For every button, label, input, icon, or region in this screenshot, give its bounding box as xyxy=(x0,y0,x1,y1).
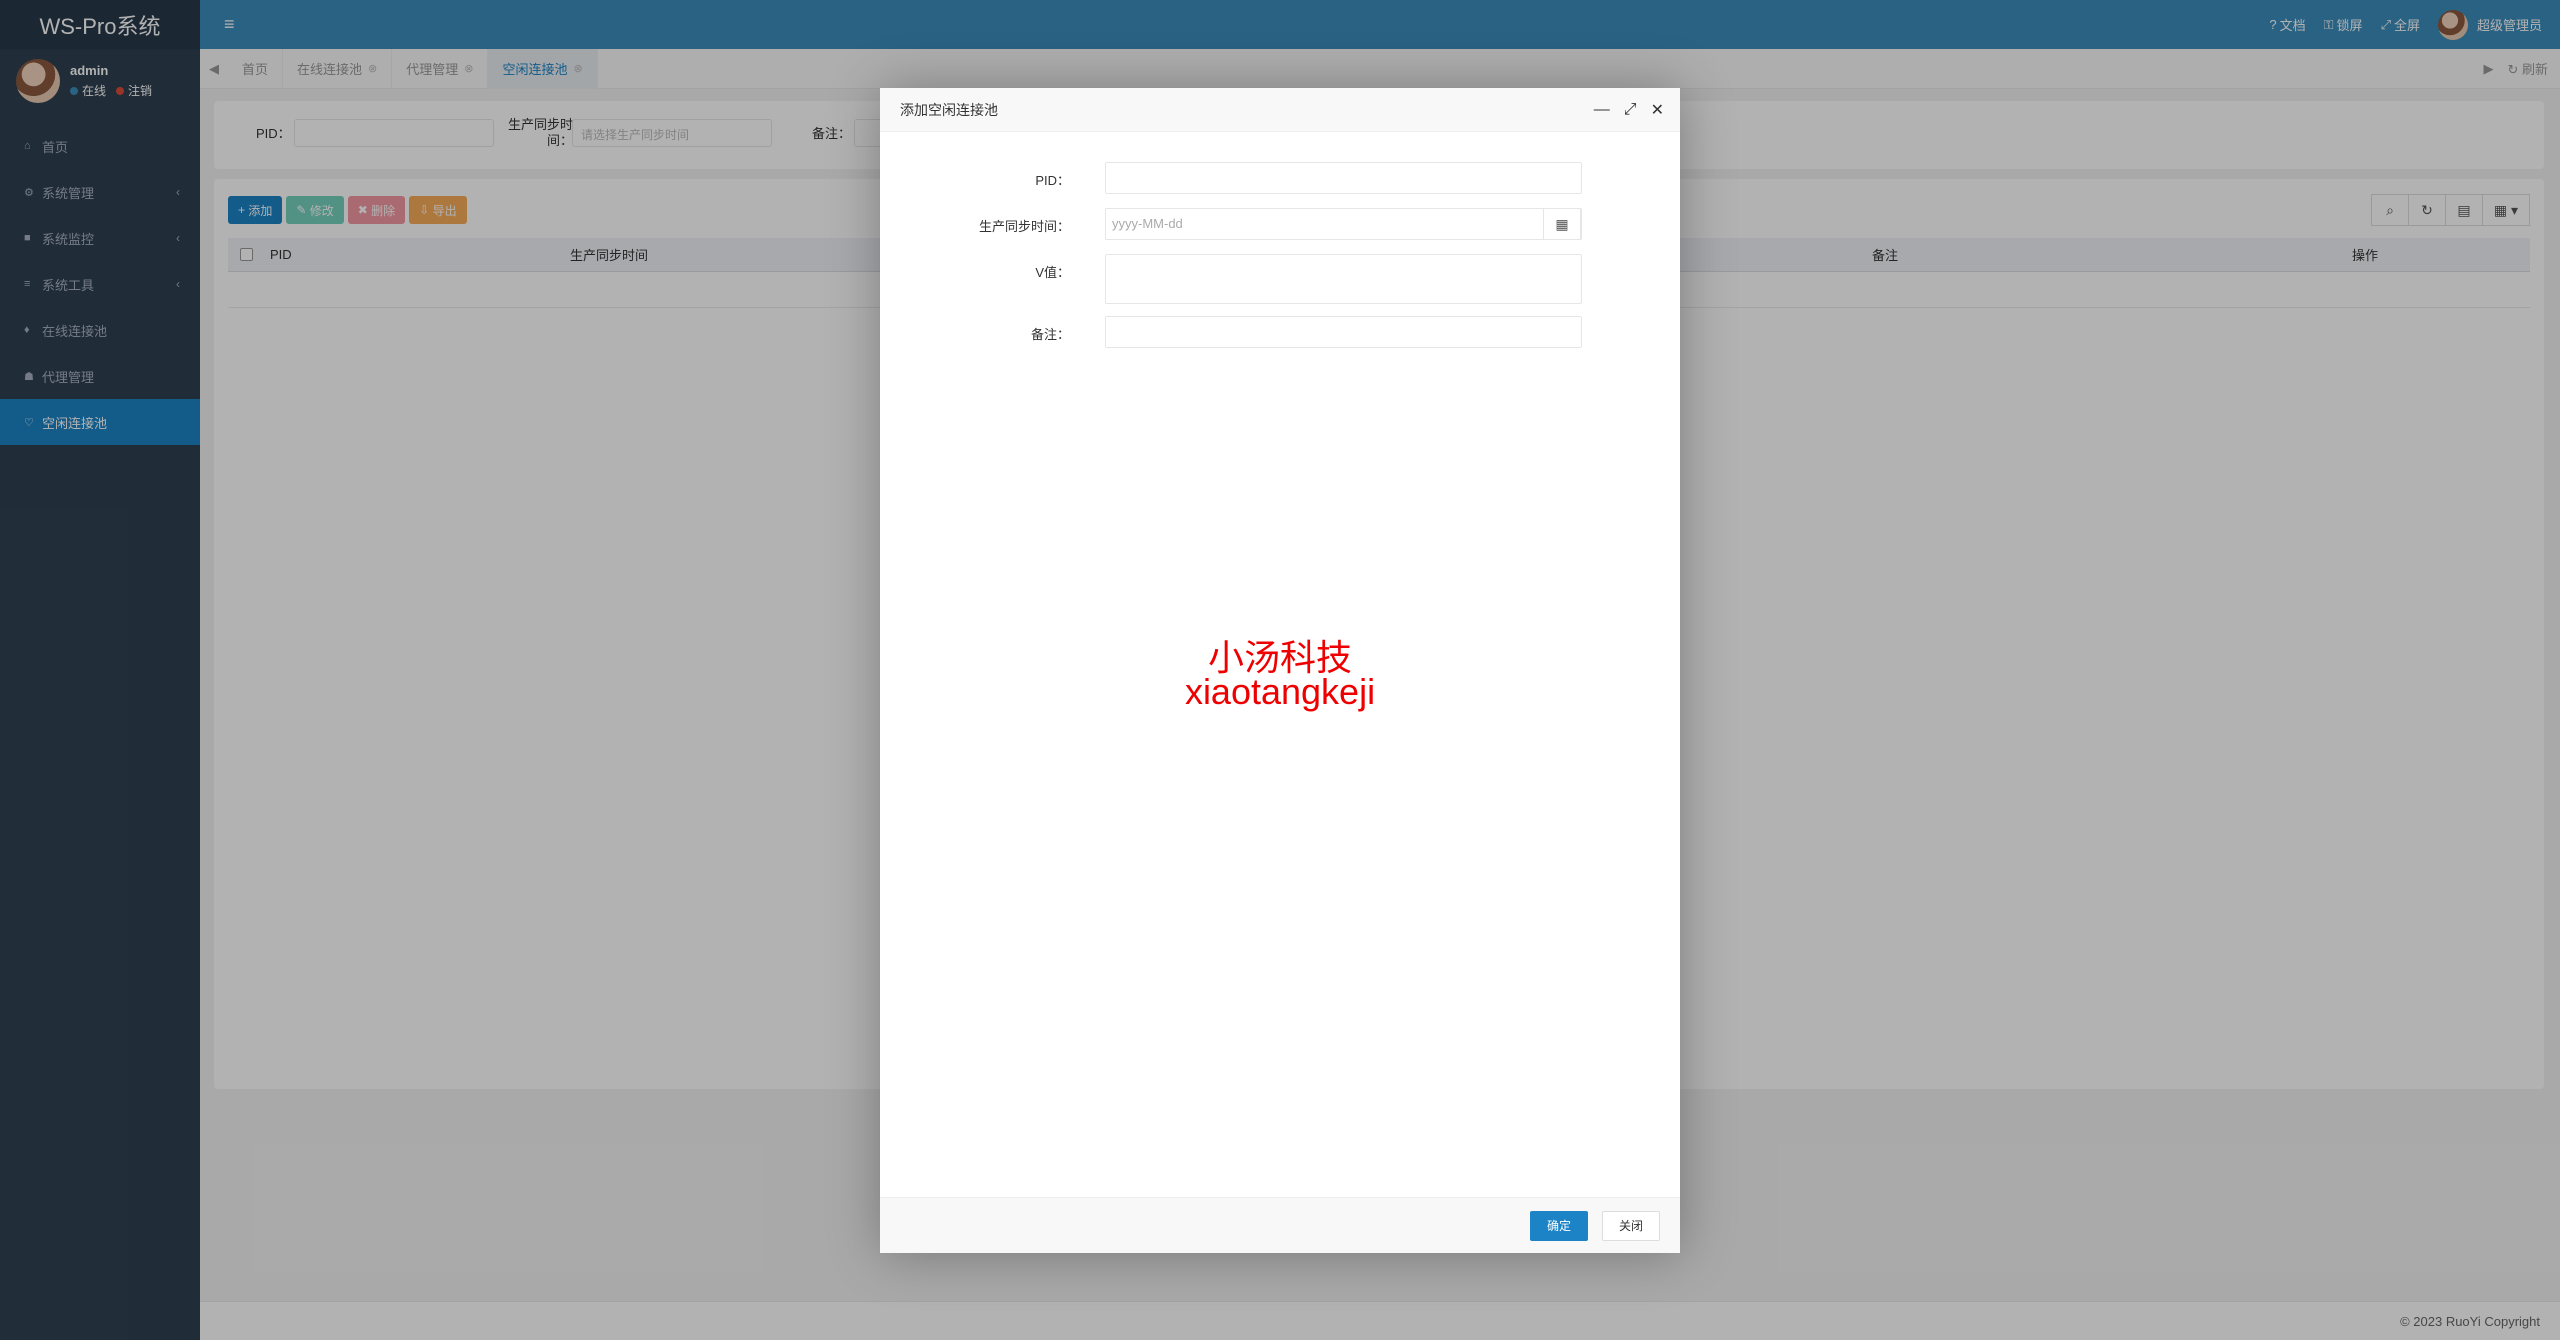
sync-time-label: 生产同步时间： xyxy=(978,219,1070,234)
add-dialog: 添加空闲连接池 — ⤢ ✕ PID： 生产同步时间： yyyy-MM-dd ▦ … xyxy=(880,88,1680,1253)
confirm-button[interactable]: 确定 xyxy=(1529,1210,1588,1241)
minimize-icon[interactable]: — xyxy=(1594,101,1610,119)
remark-label: 备注： xyxy=(1030,327,1070,342)
pid-label: PID： xyxy=(1035,173,1070,188)
sync-time-input[interactable]: yyyy-MM-dd ▦ xyxy=(1105,208,1582,240)
remark-input[interactable] xyxy=(1105,316,1582,348)
calendar-icon[interactable]: ▦ xyxy=(1543,208,1581,240)
sync-time-placeholder: yyyy-MM-dd xyxy=(1112,216,1183,231)
maximize-icon[interactable]: ⤢ xyxy=(1624,101,1637,119)
v-value-textarea[interactable] xyxy=(1105,254,1582,304)
v-value-label: V值： xyxy=(1035,265,1070,280)
watermark: 小汤科技 xiaotangkeji xyxy=(880,637,1680,712)
dialog-title: 添加空闲连接池 xyxy=(900,101,998,118)
close-button[interactable]: 关闭 xyxy=(1601,1210,1660,1241)
dialog-header: 添加空闲连接池 — ⤢ ✕ xyxy=(880,88,1680,132)
dialog-footer: 确定 关闭 xyxy=(880,1197,1680,1253)
close-icon[interactable]: ✕ xyxy=(1651,100,1664,120)
watermark-cn: 小汤科技 xyxy=(1207,637,1352,678)
pid-input[interactable] xyxy=(1105,162,1582,194)
watermark-en: xiaotangkeji xyxy=(1184,671,1376,712)
